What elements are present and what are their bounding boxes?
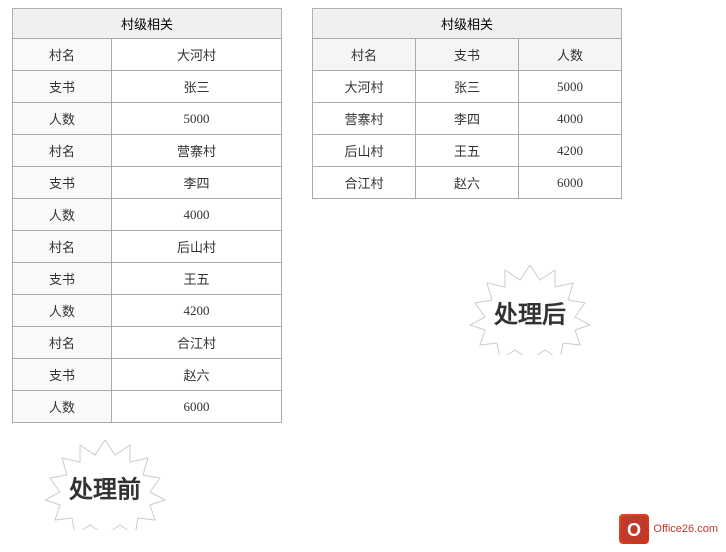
office-site-text: Office26.com	[653, 523, 718, 535]
starburst-before-shape	[30, 440, 180, 530]
right-table-cell: 李四	[416, 103, 519, 135]
table-row: 村名大河村	[13, 39, 282, 71]
table-row: 村名合江村	[13, 327, 282, 359]
left-table-value: 4200	[112, 295, 282, 327]
right-table-cell: 营寨村	[313, 103, 416, 135]
left-title: 村级相关	[12, 8, 282, 39]
table-row: 支书张三	[13, 71, 282, 103]
table-row: 营寨村李四4000	[313, 103, 622, 135]
table-row: 支书王五	[13, 263, 282, 295]
before-stamp-container: 处理前	[30, 440, 180, 534]
right-table: 村名支书人数大河村张三5000营寨村李四4000后山村王五4200合江村赵六60…	[312, 38, 622, 199]
left-table-value: 4000	[112, 199, 282, 231]
table-row: 合江村赵六6000	[313, 167, 622, 199]
left-table-label: 人数	[13, 199, 112, 231]
right-table-cell: 大河村	[313, 71, 416, 103]
left-table-label: 人数	[13, 295, 112, 327]
left-table-label: 支书	[13, 263, 112, 295]
right-table-header-row: 村名支书人数	[313, 39, 622, 71]
table-row: 人数4000	[13, 199, 282, 231]
right-table-header-cell: 人数	[519, 39, 622, 71]
left-table-value: 王五	[112, 263, 282, 295]
left-table-value: 李四	[112, 167, 282, 199]
left-table-label: 支书	[13, 359, 112, 391]
left-table-value: 后山村	[112, 231, 282, 263]
right-table-header-cell: 村名	[313, 39, 416, 71]
right-title: 村级相关	[312, 8, 622, 39]
left-table-label: 村名	[13, 39, 112, 71]
right-table-cell: 王五	[416, 135, 519, 167]
right-table-cell: 后山村	[313, 135, 416, 167]
left-table-label: 村名	[13, 135, 112, 167]
left-table-label: 人数	[13, 103, 112, 135]
table-row: 后山村王五4200	[313, 135, 622, 167]
svg-text:O: O	[627, 520, 641, 540]
left-section: 村级相关 村名大河村支书张三人数5000村名营寨村支书李四人数4000村名后山村…	[12, 8, 282, 423]
left-table-label: 村名	[13, 327, 112, 359]
left-table-value: 营寨村	[112, 135, 282, 167]
table-row: 人数5000	[13, 103, 282, 135]
right-table-header-cell: 支书	[416, 39, 519, 71]
left-table-value: 合江村	[112, 327, 282, 359]
right-table-cell: 4200	[519, 135, 622, 167]
left-table-label: 人数	[13, 391, 112, 423]
table-row: 支书李四	[13, 167, 282, 199]
left-table-label: 支书	[13, 167, 112, 199]
right-table-cell: 5000	[519, 71, 622, 103]
right-table-cell: 合江村	[313, 167, 416, 199]
right-table-cell: 4000	[519, 103, 622, 135]
left-table: 村名大河村支书张三人数5000村名营寨村支书李四人数4000村名后山村支书王五人…	[12, 38, 282, 423]
table-row: 村名后山村	[13, 231, 282, 263]
office-logo-area: O Office26.com	[619, 514, 718, 544]
table-row: 村名营寨村	[13, 135, 282, 167]
table-row: 大河村张三5000	[313, 71, 622, 103]
before-stamp-label: 处理前	[69, 470, 141, 505]
left-table-label: 村名	[13, 231, 112, 263]
left-table-value: 张三	[112, 71, 282, 103]
left-table-value: 赵六	[112, 359, 282, 391]
right-table-cell: 赵六	[416, 167, 519, 199]
left-table-label: 支书	[13, 71, 112, 103]
right-table-cell: 张三	[416, 71, 519, 103]
right-section: 村级相关 村名支书人数大河村张三5000营寨村李四4000后山村王五4200合江…	[312, 8, 622, 199]
table-row: 人数4200	[13, 295, 282, 327]
left-table-value: 大河村	[112, 39, 282, 71]
right-table-cell: 6000	[519, 167, 622, 199]
office-icon: O	[619, 514, 649, 544]
table-row: 支书赵六	[13, 359, 282, 391]
left-table-value: 5000	[112, 103, 282, 135]
left-table-value: 6000	[112, 391, 282, 423]
table-row: 人数6000	[13, 391, 282, 423]
